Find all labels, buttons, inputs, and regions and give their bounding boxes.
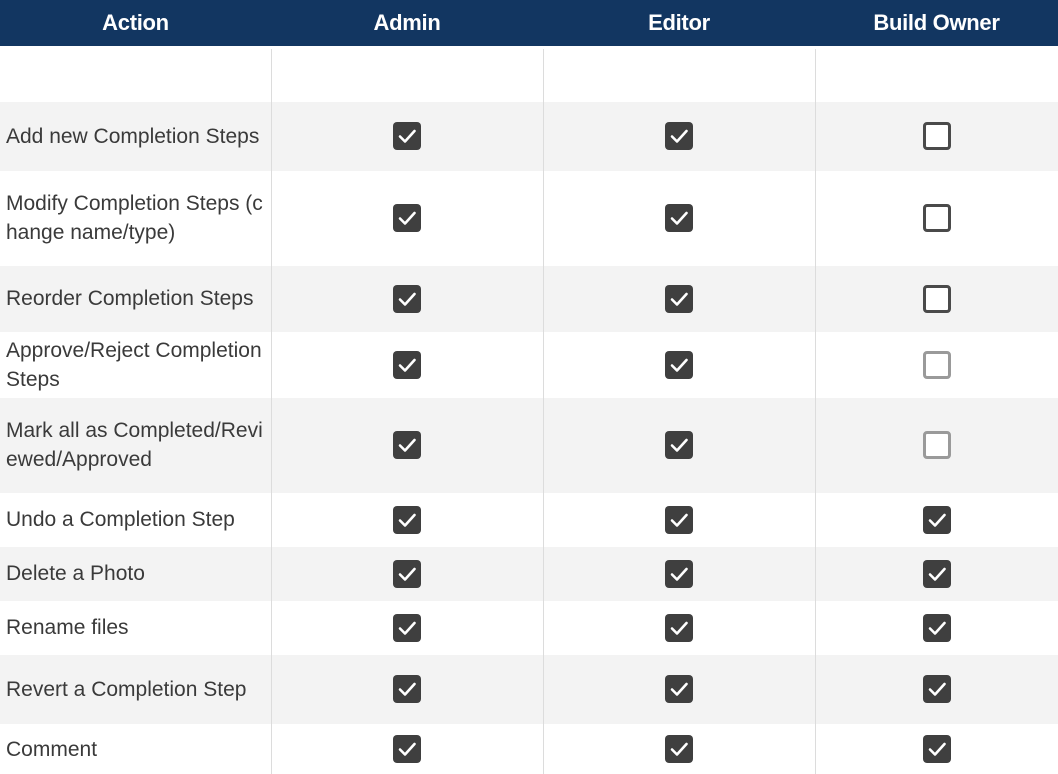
- unchecked-checkbox-icon[interactable]: [922, 350, 951, 379]
- editor-permission-cell: [543, 170, 816, 266]
- checked-checkbox-icon[interactable]: [922, 613, 951, 642]
- permissions-table: Action Admin Editor Build Owner Add new …: [0, 0, 1058, 774]
- checked-checkbox-icon[interactable]: [922, 505, 951, 534]
- table-body: Add new Completion Steps Modify Completio…: [0, 47, 1058, 774]
- table-row: Comment: [0, 723, 1058, 774]
- table-row: [0, 47, 1058, 102]
- table-row: Undo a Completion Step: [0, 492, 1058, 547]
- build-owner-permission-cell: [815, 492, 1058, 547]
- editor-permission-cell: [543, 331, 816, 398]
- editor-permission-cell: [543, 265, 816, 332]
- checked-checkbox-icon[interactable]: [922, 559, 951, 588]
- admin-permission-cell: [271, 546, 544, 601]
- editor-permission-cell: [543, 723, 816, 774]
- action-cell: Mark all as Completed/Reviewed/Approved: [0, 397, 272, 493]
- checked-checkbox-icon[interactable]: [922, 675, 951, 703]
- unchecked-checkbox-icon[interactable]: [922, 122, 951, 150]
- checked-checkbox-icon[interactable]: [393, 350, 421, 379]
- editor-permission-cell: [543, 600, 816, 655]
- action-cell: Undo a Completion Step: [0, 492, 272, 547]
- header-row: Action Admin Editor Build Owner: [0, 0, 1058, 48]
- action-cell: Approve/Reject Completion Steps: [0, 331, 272, 398]
- header-admin: Admin: [271, 0, 543, 48]
- build-owner-permission-cell: [815, 265, 1058, 332]
- action-cell: Revert a Completion Step: [0, 654, 272, 724]
- admin-permission-cell: [271, 170, 544, 266]
- table-row: Reorder Completion Steps: [0, 265, 1058, 332]
- admin-permission-cell: [271, 47, 544, 102]
- table-row: Approve/Reject Completion Steps: [0, 331, 1058, 398]
- table-row: Revert a Completion Step: [0, 654, 1058, 724]
- checked-checkbox-icon[interactable]: [922, 735, 951, 763]
- checked-checkbox-icon[interactable]: [665, 122, 693, 150]
- checked-checkbox-icon[interactable]: [393, 431, 421, 459]
- table-row: Rename files: [0, 600, 1058, 655]
- header-action: Action: [0, 0, 271, 48]
- admin-permission-cell: [271, 654, 544, 724]
- table-header: Action Admin Editor Build Owner: [0, 0, 1058, 48]
- checked-checkbox-icon[interactable]: [665, 613, 693, 642]
- build-owner-permission-cell: [815, 546, 1058, 601]
- build-owner-permission-cell: [815, 654, 1058, 724]
- checked-checkbox-icon[interactable]: [665, 284, 693, 313]
- editor-permission-cell: [543, 47, 816, 102]
- build-owner-permission-cell: [815, 47, 1058, 102]
- checked-checkbox-icon[interactable]: [665, 350, 693, 379]
- checked-checkbox-icon[interactable]: [393, 284, 421, 313]
- admin-permission-cell: [271, 723, 544, 774]
- table-row: Modify Completion Steps (change name/typ…: [0, 170, 1058, 266]
- action-cell: [0, 47, 272, 102]
- table-row: Mark all as Completed/Reviewed/Approved: [0, 397, 1058, 493]
- unchecked-checkbox-icon[interactable]: [922, 284, 951, 313]
- admin-permission-cell: [271, 331, 544, 398]
- unchecked-checkbox-icon[interactable]: [922, 204, 951, 232]
- build-owner-permission-cell: [815, 331, 1058, 398]
- admin-permission-cell: [271, 397, 544, 493]
- checked-checkbox-icon[interactable]: [665, 675, 693, 703]
- action-cell: Reorder Completion Steps: [0, 265, 272, 332]
- checked-checkbox-icon[interactable]: [665, 431, 693, 459]
- header-build-owner: Build Owner: [815, 0, 1058, 48]
- build-owner-permission-cell: [815, 397, 1058, 493]
- editor-permission-cell: [543, 397, 816, 493]
- checked-checkbox-icon[interactable]: [393, 559, 421, 588]
- build-owner-permission-cell: [815, 101, 1058, 171]
- action-cell: Modify Completion Steps (change name/typ…: [0, 170, 272, 266]
- editor-permission-cell: [543, 101, 816, 171]
- action-cell: Add new Completion Steps: [0, 101, 272, 171]
- checked-checkbox-icon[interactable]: [665, 735, 693, 763]
- build-owner-permission-cell: [815, 723, 1058, 774]
- admin-permission-cell: [271, 492, 544, 547]
- checked-checkbox-icon[interactable]: [393, 204, 421, 232]
- editor-permission-cell: [543, 492, 816, 547]
- build-owner-permission-cell: [815, 170, 1058, 266]
- checked-checkbox-icon[interactable]: [393, 735, 421, 763]
- table-row: Add new Completion Steps: [0, 101, 1058, 171]
- checked-checkbox-icon[interactable]: [393, 122, 421, 150]
- checked-checkbox-icon[interactable]: [665, 559, 693, 588]
- checked-checkbox-icon[interactable]: [665, 505, 693, 534]
- build-owner-permission-cell: [815, 600, 1058, 655]
- checked-checkbox-icon[interactable]: [393, 505, 421, 534]
- checked-checkbox-icon[interactable]: [665, 204, 693, 232]
- admin-permission-cell: [271, 101, 544, 171]
- action-cell: Rename files: [0, 600, 272, 655]
- action-cell: Delete a Photo: [0, 546, 272, 601]
- table-row: Delete a Photo: [0, 546, 1058, 601]
- editor-permission-cell: [543, 546, 816, 601]
- action-cell: Comment: [0, 723, 272, 774]
- checked-checkbox-icon[interactable]: [393, 675, 421, 703]
- header-editor: Editor: [543, 0, 815, 48]
- admin-permission-cell: [271, 265, 544, 332]
- editor-permission-cell: [543, 654, 816, 724]
- unchecked-checkbox-icon[interactable]: [922, 431, 951, 459]
- admin-permission-cell: [271, 600, 544, 655]
- checked-checkbox-icon[interactable]: [393, 613, 421, 642]
